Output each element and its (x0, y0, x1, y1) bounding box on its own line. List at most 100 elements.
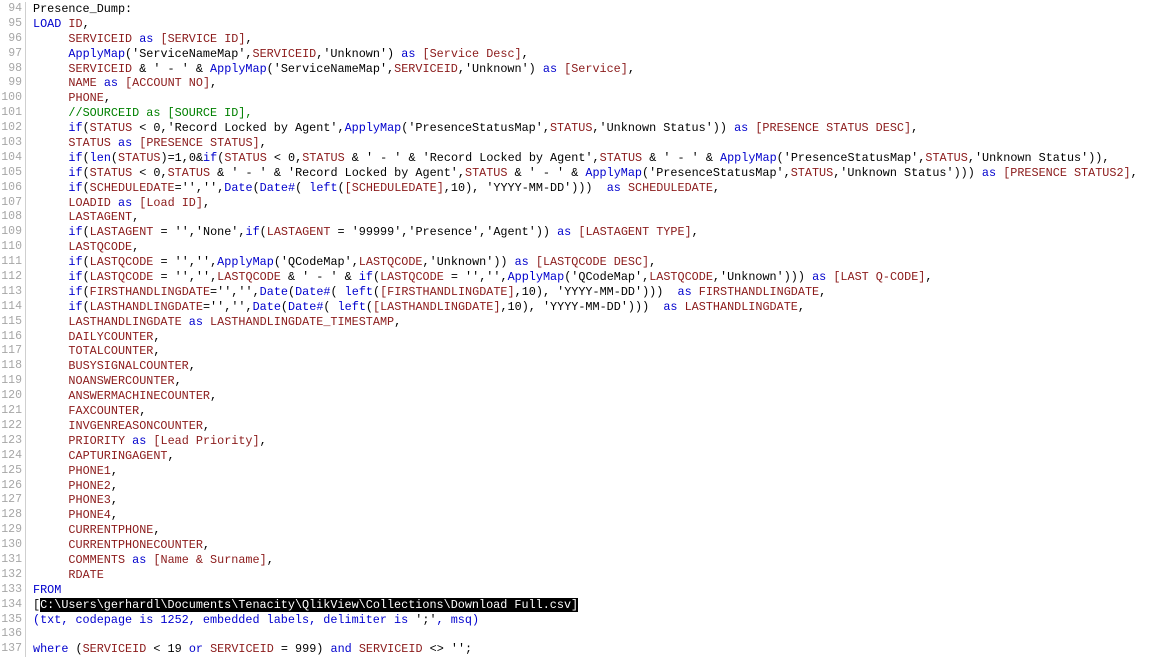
code-text[interactable]: BUSYSIGNALCOUNTER, (26, 359, 1165, 374)
code-text[interactable]: FROM (26, 583, 1165, 598)
code-line[interactable]: 120 ANSWERMACHINECOUNTER, (0, 389, 1165, 405)
code-line[interactable]: 110 LASTQCODE, (0, 240, 1165, 256)
code-text[interactable]: if(STATUS < 0,STATUS & ' - ' & 'Record L… (26, 166, 1165, 181)
selected-file-path[interactable]: C:\Users\gerhardl\Documents\Tenacity\Qli… (40, 597, 579, 612)
code-text[interactable]: if(LASTQCODE = '','',ApplyMap('QCodeMap'… (26, 255, 1165, 270)
code-text[interactable] (26, 627, 1165, 642)
code-text[interactable]: COMMENTS as [Name & Surname], (26, 553, 1165, 568)
code-line[interactable]: 134 [C:\Users\gerhardl\Documents\Tenacity… (0, 597, 1165, 613)
code-line[interactable]: 108 LASTAGENT, (0, 210, 1165, 226)
code-line[interactable]: 100 PHONE, (0, 91, 1165, 107)
code-line[interactable]: 104 if(len(STATUS)=1,0&if(STATUS < 0,STA… (0, 150, 1165, 166)
line-number: 114 (0, 299, 26, 315)
code-text[interactable]: NAME as [ACCOUNT NO], (26, 76, 1165, 91)
code-text[interactable]: PHONE, (26, 91, 1165, 106)
code-text[interactable]: if(FIRSTHANDLINGDATE='','',Date(Date#( l… (26, 285, 1165, 300)
code-line[interactable]: 127 PHONE3, (0, 493, 1165, 509)
code-line[interactable]: 131 COMMENTS as [Name & Surname], (0, 552, 1165, 568)
code-text[interactable]: ANSWERMACHINECOUNTER, (26, 389, 1165, 404)
code-text[interactable]: if(len(STATUS)=1,0&if(STATUS < 0,STATUS … (26, 151, 1165, 166)
code-text[interactable]: CURRENTPHONE, (26, 523, 1165, 538)
code-token: & (507, 165, 529, 180)
code-line[interactable]: 126 PHONE2, (0, 478, 1165, 494)
code-line[interactable]: 97 ApplyMap('ServiceNameMap',SERVICEID,'… (0, 46, 1165, 62)
code-line[interactable]: 125 PHONE1, (0, 463, 1165, 479)
code-token: ( (280, 299, 288, 314)
code-text[interactable]: NOANSWERCOUNTER, (26, 374, 1165, 389)
code-token: ; (465, 642, 473, 657)
code-text[interactable]: if(LASTAGENT = '','None',if(LASTAGENT = … (26, 225, 1165, 240)
code-text[interactable]: if(STATUS < 0,'Record Locked by Agent',A… (26, 121, 1165, 136)
code-line[interactable]: 112 if(LASTQCODE = '','',LASTQCODE & ' -… (0, 270, 1165, 285)
code-text[interactable]: RDATE (26, 568, 1165, 583)
code-line[interactable]: 130 CURRENTPHONECOUNTER, (0, 538, 1165, 553)
code-line[interactable]: 111 if(LASTQCODE = '','',ApplyMap('QCode… (0, 255, 1165, 271)
code-line[interactable]: 105 if(STATUS < 0,STATUS & ' - ' & 'Reco… (0, 165, 1165, 181)
code-token: Date# (295, 284, 331, 299)
code-line[interactable]: 96 SERVICEID as [SERVICE ID], (0, 31, 1165, 47)
code-text[interactable]: PRIORITY as [Lead Priority], (26, 434, 1165, 449)
code-line[interactable]: 133 FROM (0, 582, 1165, 598)
code-text[interactable]: TOTALCOUNTER, (26, 344, 1165, 359)
code-line[interactable]: 135 (txt, codepage is 1252, embedded labe… (0, 612, 1165, 628)
code-text[interactable]: PHONE4, (26, 508, 1165, 523)
code-line[interactable]: 99 NAME as [ACCOUNT NO], (0, 76, 1165, 92)
code-lines[interactable]: 94 Presence_Dump: 95 LOAD ID, 96 SERVICEID a… (0, 2, 1165, 658)
code-line[interactable]: 121 FAXCOUNTER, (0, 404, 1165, 419)
code-text[interactable]: STATUS as [PRESENCE STATUS], (26, 136, 1165, 151)
code-line[interactable]: 128 PHONE4, (0, 508, 1165, 524)
code-line[interactable]: 114 if(LASTHANDLINGDATE='','',Date(Date#… (0, 299, 1165, 315)
code-text[interactable]: PHONE2, (26, 479, 1165, 494)
code-line[interactable]: 132 RDATE (0, 567, 1165, 583)
code-line[interactable]: 124 CAPTURINGAGENT, (0, 448, 1165, 464)
code-line[interactable]: 106 if(SCHEDULEDATE='','',Date(Date#( le… (0, 180, 1165, 196)
code-line[interactable]: 95 LOAD ID, (0, 16, 1165, 32)
code-token: LOADID (68, 195, 111, 210)
code-text[interactable]: LOAD ID, (26, 17, 1165, 32)
code-line[interactable]: 123 PRIORITY as [Lead Priority], (0, 433, 1165, 449)
code-text[interactable]: SERVICEID & ' - ' & ApplyMap('ServiceNam… (26, 62, 1165, 77)
code-text[interactable]: where (SERVICEID < 19 or SERVICEID = 999… (26, 642, 1165, 657)
code-line[interactable]: 115 LASTHANDLINGDATE as LASTHANDLINGDATE… (0, 314, 1165, 330)
code-text[interactable]: DAILYCOUNTER, (26, 330, 1165, 345)
code-text[interactable]: Presence_Dump: (26, 2, 1165, 17)
code-text[interactable]: CAPTURINGAGENT, (26, 449, 1165, 464)
code-line[interactable]: 102 if(STATUS < 0,'Record Locked by Agen… (0, 121, 1165, 137)
code-line[interactable]: 98 SERVICEID & ' - ' & ApplyMap('Service… (0, 61, 1165, 77)
code-line[interactable]: 109 if(LASTAGENT = '','None',if(LASTAGEN… (0, 225, 1165, 241)
code-text[interactable]: LASTHANDLINGDATE as LASTHANDLINGDATE_TIM… (26, 315, 1165, 330)
code-text[interactable]: LASTAGENT, (26, 210, 1165, 225)
code-line[interactable]: 117 TOTALCOUNTER, (0, 344, 1165, 360)
code-text[interactable]: CURRENTPHONECOUNTER, (26, 538, 1165, 553)
code-text[interactable]: (txt, codepage is 1252, embedded labels,… (26, 613, 1165, 628)
code-line[interactable]: 122 INVGENREASONCOUNTER, (0, 418, 1165, 434)
code-line[interactable]: 101 //SOURCEID as [SOURCE ID], (0, 106, 1165, 122)
code-text[interactable]: if(SCHEDULEDATE='','',Date(Date#( left([… (26, 181, 1165, 196)
code-token: 'ServiceNameMap' (273, 61, 388, 76)
code-line[interactable]: 94 Presence_Dump: (0, 2, 1165, 17)
code-line[interactable]: 113 if(FIRSTHANDLINGDATE='','',Date(Date… (0, 284, 1165, 300)
code-text[interactable]: //SOURCEID as [SOURCE ID], (26, 106, 1165, 121)
code-text[interactable]: SERVICEID as [SERVICE ID], (26, 32, 1165, 47)
code-text[interactable]: if(LASTQCODE = '','',LASTQCODE & ' - ' &… (26, 270, 1165, 285)
code-line[interactable]: 107 LOADID as [Load ID], (0, 195, 1165, 211)
code-line[interactable]: 129 CURRENTPHONE, (0, 523, 1165, 539)
code-text[interactable]: INVGENREASONCOUNTER, (26, 419, 1165, 434)
code-line[interactable]: 119 NOANSWERCOUNTER, (0, 374, 1165, 390)
code-text[interactable]: ApplyMap('ServiceNameMap',SERVICEID,'Unk… (26, 47, 1165, 62)
code-text[interactable]: FAXCOUNTER, (26, 404, 1165, 419)
code-line[interactable]: 103 STATUS as [PRESENCE STATUS], (0, 136, 1165, 151)
code-text[interactable]: PHONE1, (26, 464, 1165, 479)
code-text[interactable]: LOADID as [Load ID], (26, 196, 1165, 211)
code-text[interactable]: LASTQCODE, (26, 240, 1165, 255)
code-text[interactable]: PHONE3, (26, 493, 1165, 508)
code-line[interactable]: 116 DAILYCOUNTER, (0, 329, 1165, 345)
script-editor[interactable]: 94 Presence_Dump: 95 LOAD ID, 96 SERVICEID a… (0, 0, 1165, 665)
code-text[interactable]: if(LASTHANDLINGDATE='','',Date(Date#( le… (26, 300, 1165, 315)
code-text[interactable]: [C:\Users\gerhardl\Documents\Tenacity\Ql… (26, 597, 1165, 613)
code-line[interactable]: 118 BUSYSIGNALCOUNTER, (0, 359, 1165, 375)
code-line[interactable]: 136 (0, 627, 1165, 643)
code-line[interactable]: 137 where (SERVICEID < 19 or SERVICEID = … (0, 642, 1165, 658)
